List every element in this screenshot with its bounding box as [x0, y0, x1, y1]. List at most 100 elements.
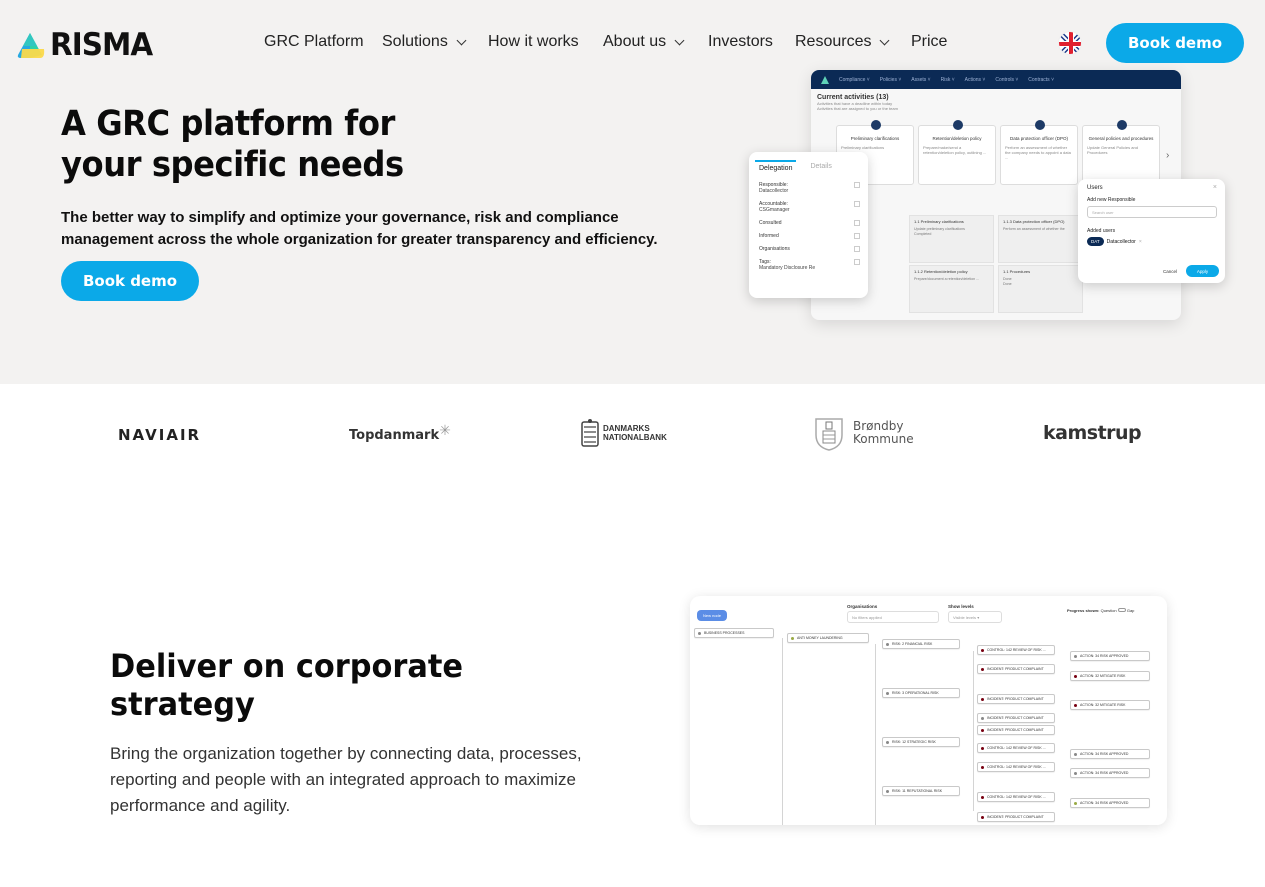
card-desc: Update General Policies and Procedures	[1087, 145, 1138, 155]
nav-label: GRC Platform	[264, 33, 364, 50]
organisations-label: Organisations	[847, 604, 878, 609]
logo-text: DANMARKS NATIONALBANK	[603, 424, 667, 442]
tree-node[interactable]: CONTROL: 142 REVIEW OF RISK ...	[977, 645, 1055, 655]
tree-node[interactable]: ANTI MONEY LAUNDERING	[787, 633, 869, 643]
nav-label: Resources	[795, 33, 872, 50]
tree-node[interactable]: INCIDENT: PRODUCT COMPLAINT	[977, 664, 1055, 674]
row-label: Organisations	[759, 246, 790, 252]
activity-icon	[1035, 120, 1045, 130]
delegation-row: Accountable: CSGmanager	[759, 201, 860, 213]
tile-title: 1.1.2 Retention/deletion policy	[914, 269, 968, 274]
organisations-select[interactable]: No filters applied	[847, 611, 939, 623]
apply-button[interactable]: Apply	[1186, 265, 1219, 277]
tree-node[interactable]: ACTION: 34 RISK APPROVED	[1070, 768, 1150, 778]
tree-node[interactable]: ACTION: 32 MITIGATE RISK	[1070, 671, 1150, 681]
tree-node[interactable]: RISK: 11 REPUTATIONAL RISK	[882, 786, 960, 796]
tree-node[interactable]: RISK: 12 STRATEGIC RISK	[882, 737, 960, 747]
row-label: Consulted	[759, 220, 782, 226]
card-desc: Preliminary clarifications	[841, 145, 885, 150]
tree-node-label: INCIDENT: PRODUCT COMPLAINT	[987, 815, 1044, 819]
edit-icon[interactable]	[854, 233, 860, 239]
nav-investors[interactable]: Investors	[708, 33, 773, 51]
user-search-input[interactable]: Search user	[1087, 206, 1217, 218]
status-dot-icon	[981, 648, 984, 652]
tree-node-label: RISK: 11 REPUTATIONAL RISK	[892, 789, 943, 793]
nav-grc-platform[interactable]: GRC Platform	[264, 33, 364, 51]
tree-node[interactable]: ACTION: 34 RISK APPROVED	[1070, 651, 1150, 661]
hero-book-demo-button[interactable]: Book demo	[61, 261, 199, 301]
edit-icon[interactable]	[854, 201, 860, 207]
tab-details[interactable]: Details	[806, 160, 835, 175]
tree-node-label: INCIDENT: PRODUCT COMPLAINT	[987, 667, 1044, 671]
status-dot-icon	[981, 815, 984, 819]
cancel-button[interactable]: Cancel	[1163, 269, 1177, 274]
tree-connector	[782, 638, 783, 825]
tile-desc: Done	[1003, 277, 1012, 281]
status-dot-icon	[981, 716, 984, 720]
edit-icon[interactable]	[854, 259, 860, 265]
tree-node[interactable]: RISK: 2 FINANCIAL RISK	[882, 639, 960, 649]
nav-book-demo-button[interactable]: Book demo	[1106, 23, 1244, 63]
tree-node[interactable]: ACTION: 34 RISK APPROVED	[1070, 798, 1150, 808]
tree-node-label: BUSINESS PROCESSES	[704, 631, 745, 635]
tree-node-label: RISK: 12 STRATEGIC RISK	[892, 740, 936, 744]
tree-node[interactable]: RISK: 3 OPERATIONAL RISK	[882, 688, 960, 698]
status-dot-icon	[981, 795, 984, 799]
show-levels-select[interactable]: Visible levels ▾	[948, 611, 1002, 623]
nav-resources[interactable]: Resources	[795, 33, 890, 51]
edit-icon[interactable]	[854, 220, 860, 226]
uk-flag-icon[interactable]	[1058, 31, 1082, 55]
delegation-row: Tags: Mandatory Disclosure Re	[759, 259, 860, 271]
nav-about-us[interactable]: About us	[603, 33, 685, 51]
tree-node[interactable]: INCIDENT: PRODUCT COMPLAINT	[977, 725, 1055, 735]
edit-icon[interactable]	[854, 182, 860, 188]
chevron-down-icon: ▾	[977, 615, 980, 620]
activity-icon	[871, 120, 881, 130]
tree-node[interactable]: ACTION: 34 RISK APPROVED	[1070, 749, 1150, 759]
mock-menu-item: Policies ˅	[879, 76, 902, 83]
tree-node[interactable]: CONTROL: 142 REVIEW OF RISK ...	[977, 743, 1055, 753]
tree-node-label: ACTION: 34 RISK APPROVED	[1080, 752, 1129, 756]
section-subtitle: Bring the organization together by conne…	[110, 744, 582, 815]
card-desc: Prepare/make/send a retention/deletion p…	[923, 145, 987, 155]
status-dot-icon	[981, 667, 984, 671]
mock-menu-item: Actions ˅	[964, 76, 986, 83]
nav-how-it-works[interactable]: How it works	[488, 33, 579, 51]
mock-menu-item: Assets ˅	[911, 76, 931, 83]
tree-node[interactable]: CONTROL: 142 REVIEW OF RISK ...	[977, 762, 1055, 772]
tree-node[interactable]: CONTROL: 142 REVIEW OF RISK ...	[977, 792, 1055, 802]
toggle-switch[interactable]	[1117, 608, 1126, 612]
added-users-label: Added users	[1087, 228, 1116, 234]
nav-label: Solutions	[382, 33, 448, 50]
chevron-down-icon	[674, 35, 685, 45]
remove-icon[interactable]: ×	[1139, 239, 1142, 245]
tree-node[interactable]: INCIDENT: PRODUCT COMPLAINT	[977, 812, 1055, 822]
status-dot-icon	[886, 740, 889, 744]
nav-solutions[interactable]: Solutions	[382, 33, 467, 51]
tree-node[interactable]: INCIDENT: PRODUCT COMPLAINT	[977, 713, 1055, 723]
nav-label: About us	[603, 33, 667, 50]
new-node-button[interactable]: New node	[697, 610, 727, 621]
edit-icon[interactable]	[854, 246, 860, 252]
activity-card: Retention/deletion policy Prepare/make/se…	[918, 120, 996, 185]
logo-text: Brøndby Kommune	[853, 419, 914, 446]
logo-brondby: Brøndby Kommune	[813, 415, 923, 451]
tree-node[interactable]: INCIDENT: PRODUCT COMPLAINT	[977, 694, 1055, 704]
row-label: Informed	[759, 233, 779, 239]
tree-connector	[875, 644, 876, 825]
progress-toggle[interactable]: Progress shown: Question Gap	[1067, 608, 1134, 613]
delegation-row: Consulted	[759, 220, 860, 226]
status-dot-icon	[1074, 752, 1077, 756]
status-dot-icon	[1074, 674, 1077, 678]
tree-node[interactable]: BUSINESS PROCESSES	[694, 628, 774, 638]
close-icon[interactable]: ×	[1213, 184, 1217, 191]
status-dot-icon	[1074, 654, 1077, 658]
risma-logo[interactable]: RISMA	[14, 27, 158, 63]
status-dot-icon	[1074, 801, 1077, 805]
tree-node-label: ANTI MONEY LAUNDERING	[797, 636, 843, 640]
tab-delegation[interactable]: Delegation	[755, 160, 797, 175]
tree-node-label: CONTROL: 142 REVIEW OF RISK ...	[987, 746, 1046, 750]
nav-price[interactable]: Price	[911, 33, 947, 51]
delegation-row: Informed	[759, 233, 860, 239]
tree-node[interactable]: ACTION: 32 MITIGATE RISK	[1070, 700, 1150, 710]
